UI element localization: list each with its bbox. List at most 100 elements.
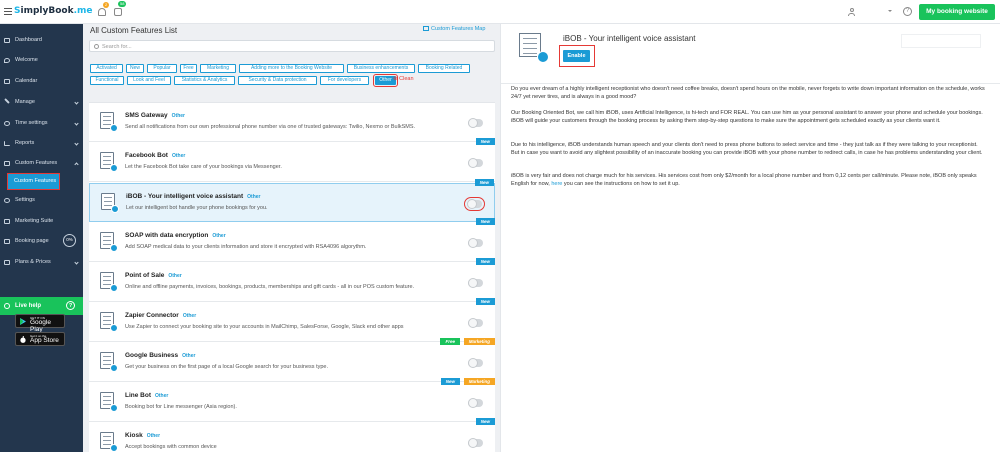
app-store-button[interactable]: Get it on the App Store [15, 332, 65, 346]
detail-title: iBOB - Your intelligent voice assistant [563, 34, 696, 43]
feature-toggle[interactable] [468, 238, 483, 248]
list-item[interactable]: New SOAP with data encryption Other Add S… [89, 218, 495, 262]
tag-new[interactable]: New [126, 64, 144, 73]
detail-paragraph-4: iBOB is very fair and does not charge mu… [511, 173, 986, 189]
list-item[interactable]: New Point of Sale Other Online and offlin… [89, 258, 495, 302]
sidebar-item-custom-features[interactable]: Custom Features [0, 156, 83, 171]
sms-feature-icon [96, 110, 120, 134]
live-help-label: Live help [15, 303, 42, 309]
enable-button[interactable]: Enable [563, 50, 590, 62]
chevron-down-icon [74, 141, 79, 146]
feature-title: Facebook Bot [125, 152, 168, 159]
feature-toggle[interactable] [468, 318, 483, 328]
sidebar-item-time-settings[interactable]: Time settings [0, 116, 83, 131]
tag-booking-related[interactable]: Booking Related [418, 64, 470, 73]
instructions-link[interactable]: here [551, 181, 562, 187]
feature-name: SOAP with data encryption Other [125, 232, 226, 239]
new-badge: New [440, 378, 460, 385]
apple-icon [20, 336, 26, 343]
tag-for-developers[interactable]: For developers [320, 76, 369, 85]
feature-toggle[interactable] [468, 118, 483, 128]
sidebar-item-reports[interactable]: Reports [0, 136, 83, 151]
custom-features-map-link[interactable]: Custom Features Map [423, 26, 485, 32]
list-item[interactable]: New Facebook Bot Other Let the Facebook B… [89, 138, 495, 182]
map-icon [423, 26, 429, 31]
chevron-down-icon [74, 121, 79, 126]
detail-header: iBOB - Your intelligent voice assistant … [501, 24, 1000, 84]
line-bot-icon [96, 390, 120, 414]
tag-adding-more[interactable]: Adding more to the Booking Website [239, 64, 344, 73]
tag-security[interactable]: Security & Data protection [238, 76, 317, 85]
facebook-bot-icon [96, 150, 120, 174]
tag-popular[interactable]: Popular [147, 64, 177, 73]
sidebar-item-calendar[interactable]: Calendar [0, 74, 83, 89]
google-play-button[interactable]: GET IT ON Google Play [15, 314, 65, 333]
help-icon: ? [66, 301, 75, 310]
detail-p4-text-b: you can see the instructions on how to s… [563, 180, 680, 187]
thumb-icon [4, 239, 10, 244]
feature-toggle[interactable] [468, 278, 483, 288]
logo-text: implyBook [20, 6, 74, 16]
tag-activated[interactable]: Activated [90, 64, 123, 73]
feature-toggle[interactable] [468, 158, 483, 168]
feature-name: Point of Sale Other [125, 272, 182, 279]
sidebar-item-welcome[interactable]: Welcome [0, 53, 83, 68]
help-icon[interactable]: ? [903, 7, 912, 16]
feature-category: Other [146, 433, 161, 439]
feature-name: iBOB - Your intelligent voice assistant O… [126, 193, 261, 200]
chevron-down-icon [74, 100, 79, 105]
ibob-feature-icon [515, 31, 549, 63]
page-title: All Custom Features List [90, 26, 178, 35]
list-item[interactable]: Marketing Free Google Business Other Get … [89, 338, 495, 382]
list-item[interactable]: SMS Gateway Other Send all notifications … [89, 103, 495, 142]
list-item[interactable]: Marketing New Line Bot Other Booking bot … [89, 378, 495, 422]
detail-paragraph-3: Due to his intelligence, iBOB understand… [511, 142, 983, 156]
feature-description: Add SOAP medical data to your clients in… [125, 244, 367, 250]
ibob-feature-icon [97, 191, 121, 215]
chevron-down-icon[interactable] [888, 10, 892, 12]
tag-statistics[interactable]: Statistics & Analytics [174, 76, 235, 85]
zapier-feature-icon [96, 310, 120, 334]
tag-free[interactable]: Free [180, 64, 197, 73]
notification-badge: 2 [103, 2, 110, 8]
feature-category: Other [182, 353, 196, 359]
feature-name: Kiosk Other [125, 432, 160, 439]
sidebar-item-manage[interactable]: Manage [0, 95, 83, 110]
bell-icon[interactable] [98, 8, 106, 16]
live-help-button[interactable]: Live help ? [0, 297, 83, 315]
logo[interactable]: SimplyBook.me [14, 6, 92, 16]
feature-category: Other [168, 273, 182, 279]
feature-toggle[interactable] [464, 197, 485, 211]
tag-business-enhancements[interactable]: Business enhancements [347, 64, 415, 73]
kiosk-feature-icon [96, 430, 120, 452]
sidebar-item-label: Custom Features [15, 160, 58, 166]
clean-filters-link[interactable]: ⊗ Clean [393, 76, 414, 82]
user-icon[interactable] [848, 8, 855, 16]
search-input[interactable] [102, 42, 482, 51]
feature-category: Other [171, 153, 186, 159]
list-item-selected[interactable]: New iBOB - Your intelligent voice assist… [89, 179, 495, 222]
list-item[interactable]: New Zapier Connector Other Use Zapier to … [89, 298, 495, 342]
sidebar-item-dashboard[interactable]: Dashboard [0, 33, 83, 48]
tasks-icon[interactable] [114, 8, 122, 16]
sidebar-item-label: Welcome [15, 57, 38, 63]
hamburger-menu-icon[interactable] [4, 8, 12, 15]
sidebar-subitem-custom-features[interactable]: Custom Features [7, 173, 60, 190]
feature-toggle[interactable] [468, 438, 483, 448]
sidebar-item-marketing-suite[interactable]: Marketing Suite [0, 214, 83, 229]
tag-marketing[interactable]: Marketing [200, 64, 236, 73]
sidebar-item-settings[interactable]: Settings [0, 193, 83, 208]
tag-functional[interactable]: Functional [90, 76, 124, 85]
my-booking-website-button[interactable]: My booking website [919, 4, 995, 20]
sidebar-item-label: Dashboard [15, 37, 42, 43]
feature-toggle[interactable] [468, 358, 483, 368]
pin-icon [4, 58, 10, 63]
feature-toggle[interactable] [468, 398, 483, 408]
list-item[interactable]: New Kiosk Other Accept bookings with comm… [89, 418, 495, 452]
map-link-label: Custom Features Map [431, 26, 486, 32]
feature-description: Booking bot for Line messenger (Asia reg… [125, 404, 237, 410]
sidebar-item-plans-prices[interactable]: Plans & Prices [0, 255, 83, 270]
pos-feature-icon [96, 270, 120, 294]
tag-look-and-feel[interactable]: Look and Feel [127, 76, 171, 85]
feature-name: Google Business Other [125, 352, 195, 359]
